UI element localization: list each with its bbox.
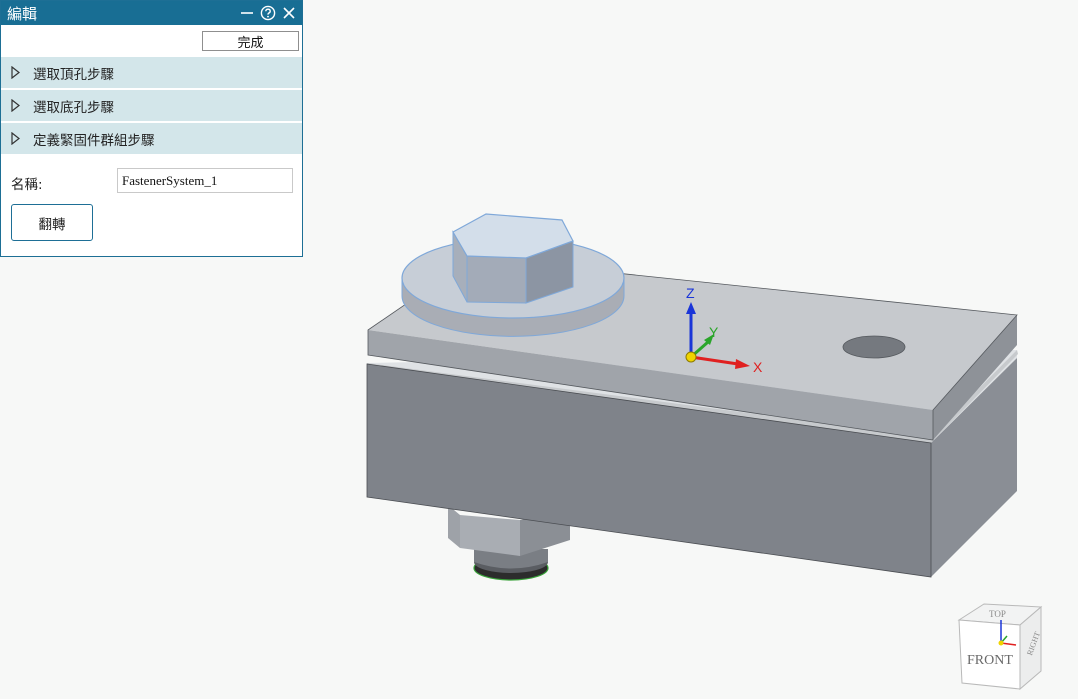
close-icon[interactable] (282, 6, 296, 20)
panel-titlebar: 編輯 (1, 1, 302, 25)
bolt-head[interactable] (401, 213, 625, 337)
name-label: 名稱: (11, 177, 43, 193)
x-axis-label: X (753, 359, 763, 375)
step-label: 定義緊固件群組步驟 (33, 132, 155, 149)
step-label: 選取頂孔步驟 (33, 66, 114, 83)
view-cube[interactable]: TOP RIGHT FRONT (957, 603, 1043, 691)
expand-arrow-icon (11, 132, 23, 146)
name-row: 名稱: (1, 167, 302, 197)
step-define-fastener-group[interactable]: 定義緊固件群組步驟 (1, 123, 302, 154)
expand-arrow-icon (11, 99, 23, 113)
help-icon[interactable] (260, 5, 276, 21)
edit-panel: 編輯 完成 選取頂孔步驟 選取底孔步驟 定義緊固件群組步驟 名稱: 翻轉 (0, 0, 303, 257)
panel-title: 編輯 (7, 4, 38, 23)
minimize-icon[interactable] (240, 6, 254, 20)
flip-button[interactable]: 翻轉 (11, 204, 93, 241)
done-row: 完成 (1, 25, 302, 57)
done-button[interactable]: 完成 (202, 31, 299, 51)
view-cube-front-label: FRONT (967, 653, 1013, 668)
z-axis-label: Z (686, 285, 695, 301)
step-label: 選取底孔步驟 (33, 99, 114, 116)
name-input[interactable] (117, 168, 293, 193)
hole[interactable] (842, 335, 906, 359)
y-axis-label: Y (709, 324, 719, 340)
step-select-top-hole[interactable]: 選取頂孔步驟 (1, 57, 302, 88)
view-cube-top-label: TOP (989, 609, 1006, 619)
expand-arrow-icon (11, 66, 23, 80)
step-select-bottom-hole[interactable]: 選取底孔步驟 (1, 90, 302, 121)
